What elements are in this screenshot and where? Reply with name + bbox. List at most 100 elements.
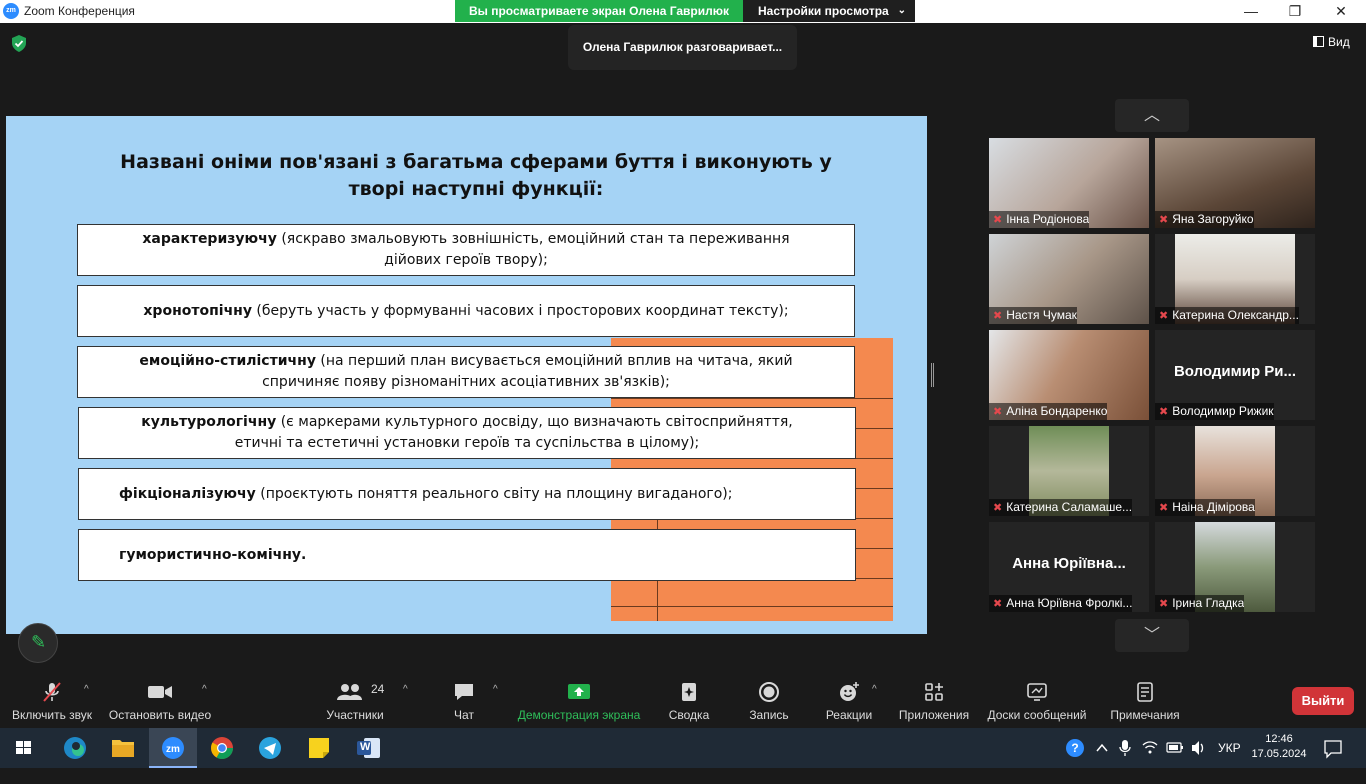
participant-name: ✖ Ірина Гладка bbox=[1155, 595, 1245, 612]
apps-button[interactable]: Приложения bbox=[896, 670, 972, 728]
battery-tray[interactable] bbox=[1166, 728, 1184, 768]
function-text: хронотопічну (беруть участь у формуванні… bbox=[143, 301, 788, 322]
shield-icon[interactable] bbox=[11, 35, 27, 52]
help-tray-icon[interactable]: ? bbox=[1063, 728, 1087, 768]
annotate-button[interactable]: ✎ bbox=[18, 623, 58, 663]
taskbar-sticky-notes[interactable] bbox=[295, 728, 343, 768]
participant-tile[interactable]: ✖ Настя Чумак bbox=[989, 234, 1149, 324]
close-button[interactable]: ✕ bbox=[1318, 0, 1364, 23]
caret-up-icon: ^ bbox=[403, 684, 408, 695]
mic-muted-icon: ✖ bbox=[993, 406, 1003, 418]
participants-button[interactable]: 24 Участники bbox=[320, 670, 390, 728]
function-description: (беруть участь у формуванні часових і пр… bbox=[251, 302, 789, 319]
microphone-tray[interactable] bbox=[1117, 728, 1133, 768]
participant-tile[interactable]: Анна Юріївна... ✖ Анна Юріївна Фролкі... bbox=[989, 522, 1149, 612]
view-settings-dropdown[interactable]: Настройки просмотра ⌄ bbox=[743, 0, 915, 22]
chat-label: Чат bbox=[454, 708, 474, 722]
function-text: гумористично-комічну. bbox=[119, 545, 306, 566]
reactions-button[interactable]: Реакции bbox=[822, 670, 876, 728]
function-text: культурологічну (є маркерами культурного… bbox=[119, 412, 815, 454]
clock-time: 12:46 bbox=[1265, 733, 1293, 745]
taskbar-zoom[interactable]: zm bbox=[149, 728, 197, 768]
gallery-page-up-button[interactable]: ︿ bbox=[1115, 99, 1189, 132]
emoji-icon bbox=[822, 681, 876, 703]
screen-share-banner: Вы просматриваете экран Олена Гаврилюк bbox=[455, 0, 743, 22]
caret-up-icon: ^ bbox=[872, 684, 877, 695]
taskbar-word[interactable]: W bbox=[344, 728, 392, 768]
participant-display-name: Анна Юріївна... bbox=[1012, 555, 1126, 572]
participant-tile[interactable]: ✖ Катерина Олександр... bbox=[1155, 234, 1315, 324]
participant-display-name: Володимир Ри... bbox=[1173, 363, 1297, 380]
chat-options-caret[interactable]: ^ bbox=[493, 670, 505, 728]
taskbar-telegram[interactable] bbox=[246, 728, 294, 768]
taskbar-explorer[interactable] bbox=[99, 728, 147, 768]
sticky-notes-icon bbox=[309, 738, 329, 758]
edge-icon bbox=[64, 737, 86, 759]
panel-resize-handle[interactable] bbox=[931, 363, 934, 387]
taskbar-edge[interactable] bbox=[51, 728, 99, 768]
participant-tile[interactable]: ✖ Інна Родіонова bbox=[989, 138, 1149, 228]
participant-name: ✖ Інна Родіонова bbox=[989, 211, 1090, 228]
apps-label: Приложения bbox=[898, 708, 970, 722]
participant-tile[interactable]: Володимир Ри... ✖ Володимир Рижик bbox=[1155, 330, 1315, 420]
meeting-area: Олена Гаврилюк разговаривает... Вид Назв… bbox=[0, 23, 1366, 670]
taskbar-chrome[interactable] bbox=[198, 728, 246, 768]
view-button[interactable]: Вид bbox=[1313, 35, 1350, 49]
function-term: хронотопічну bbox=[143, 302, 252, 319]
participants-count: 24 bbox=[371, 682, 385, 696]
video-options-caret[interactable]: ^ bbox=[202, 670, 214, 728]
title-bar: zm Zoom Конференция Вы просматриваете эк… bbox=[0, 0, 1366, 23]
taskbar-clock[interactable]: 12:46 17.05.2024 bbox=[1248, 732, 1310, 762]
layout-icon bbox=[1313, 36, 1324, 47]
audio-options-caret[interactable]: ^ bbox=[84, 670, 96, 728]
windows-icon bbox=[16, 741, 31, 754]
network-tray[interactable] bbox=[1141, 728, 1159, 768]
notes-button[interactable]: Примечания bbox=[1106, 670, 1184, 728]
volume-tray[interactable] bbox=[1190, 728, 1208, 768]
restore-button[interactable]: ❐ bbox=[1272, 0, 1318, 23]
notifications-tray[interactable] bbox=[1322, 728, 1344, 768]
whiteboards-label: Доски сообщений bbox=[987, 708, 1087, 722]
meeting-toolbar: Включить звук ^ Остановить видео ^ 24 Уч… bbox=[0, 670, 1366, 728]
language-indicator[interactable]: УКР bbox=[1218, 728, 1244, 768]
start-button[interactable] bbox=[0, 728, 48, 768]
function-box: емоційно-стилістичну (на перший план вис… bbox=[77, 346, 855, 398]
video-camera-icon bbox=[106, 681, 214, 703]
participant-tile[interactable]: ✖ Наіна Дімірова bbox=[1155, 426, 1315, 516]
help-icon: ? bbox=[1066, 739, 1084, 757]
slide-title: Названі оніми пов'язані з багатьма сфера… bbox=[120, 151, 832, 200]
telegram-icon bbox=[259, 737, 281, 759]
whiteboards-button[interactable]: Доски сообщений bbox=[984, 670, 1090, 728]
windows-taskbar: zm W ? УКР 12:46 17.05.2024 bbox=[0, 728, 1366, 768]
chat-button[interactable]: Чат bbox=[444, 670, 484, 728]
notes-label: Примечания bbox=[1110, 708, 1180, 722]
function-description: (проєктують поняття реального світу на п… bbox=[255, 485, 733, 502]
function-term: гумористично-комічну. bbox=[119, 546, 307, 563]
speaker-icon bbox=[1192, 741, 1204, 755]
svg-text:?: ? bbox=[1071, 741, 1078, 755]
participant-tile[interactable]: ✖ Яна Загоруйко bbox=[1155, 138, 1315, 228]
share-screen-icon bbox=[514, 681, 644, 703]
window-title: Zoom Конференция bbox=[24, 4, 135, 18]
record-icon bbox=[742, 681, 796, 703]
minimize-button[interactable]: — bbox=[1228, 0, 1274, 23]
clock-date: 17.05.2024 bbox=[1251, 748, 1307, 760]
participant-tile[interactable]: ✖ Ірина Гладка bbox=[1155, 522, 1315, 612]
show-hidden-icons[interactable] bbox=[1094, 728, 1110, 768]
function-box: фікціоналізуючу (проєктують поняття реал… bbox=[78, 468, 856, 520]
function-box: гумористично-комічну. bbox=[78, 529, 856, 581]
leave-meeting-button[interactable]: Выйти bbox=[1292, 687, 1354, 715]
share-screen-label: Демонстрация экрана bbox=[517, 708, 641, 722]
reactions-options-caret[interactable]: ^ bbox=[872, 670, 884, 728]
record-button[interactable]: Запись bbox=[742, 670, 796, 728]
gallery-page-down-button[interactable]: ﹀ bbox=[1115, 619, 1189, 652]
share-screen-button[interactable]: Демонстрация экрана bbox=[514, 670, 644, 728]
summary-button[interactable]: Сводка bbox=[664, 670, 714, 728]
participant-tile[interactable]: ✖ Катерина Саламаше... bbox=[989, 426, 1149, 516]
participant-name: ✖ Катерина Саламаше... bbox=[989, 499, 1133, 516]
summary-icon bbox=[664, 681, 714, 703]
participants-options-caret[interactable]: ^ bbox=[403, 670, 415, 728]
participant-tile[interactable]: ✖ Аліна Бондаренко bbox=[989, 330, 1149, 420]
notification-icon bbox=[1324, 740, 1342, 759]
stop-video-button[interactable]: Остановить видео bbox=[106, 670, 214, 728]
